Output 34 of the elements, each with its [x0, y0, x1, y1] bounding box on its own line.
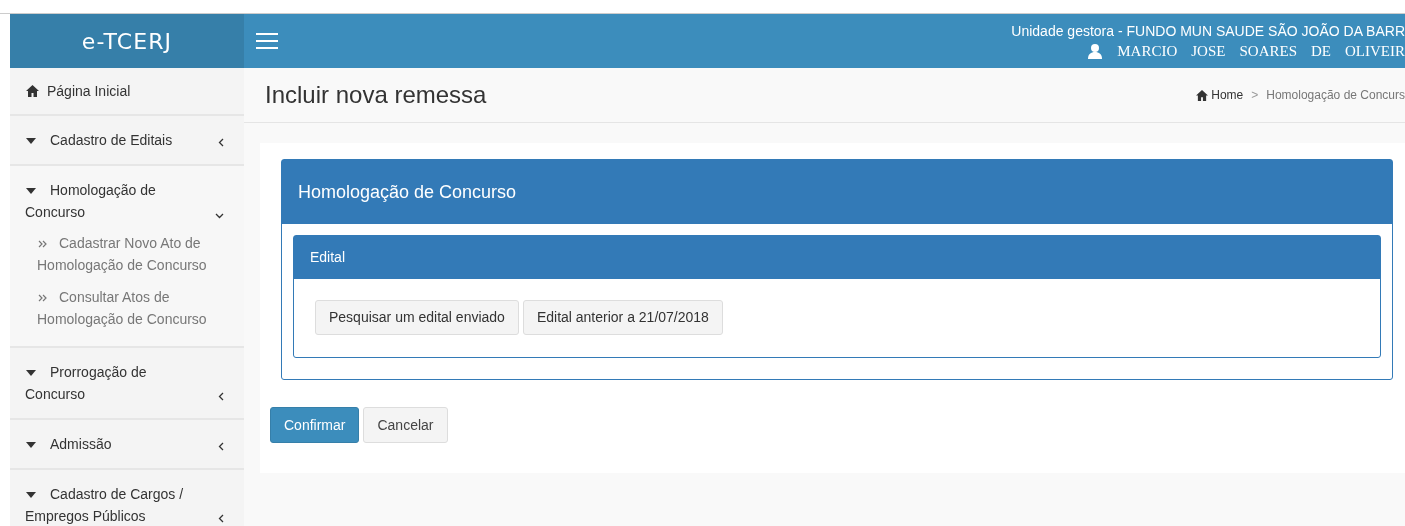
home-icon: [1196, 89, 1209, 101]
user-name: SOARES: [1239, 42, 1297, 61]
caret-icon: [26, 370, 36, 377]
panel-title: Homologação de Concurso: [282, 160, 1392, 224]
caret-icon: [26, 492, 36, 499]
subpanel-title: Edital: [294, 236, 1380, 279]
caret-icon: [26, 138, 36, 145]
sidebar-item[interactable]: Cadastro de Cargos / Empregos Públicos: [10, 470, 244, 526]
user-icon: [1087, 43, 1104, 59]
unit-label: Unidade gestora - FUNDO MUN SAUDE SÃO JOÃO DA BARR: [1011, 22, 1405, 41]
sidebar-item[interactable]: Admissão: [10, 420, 244, 468]
user-name: JOSE: [1191, 42, 1226, 61]
caret-icon: [26, 442, 36, 449]
confirm-button[interactable]: Confirmar: [270, 407, 360, 443]
breadcrumb-link-label[interactable]: Home: [1211, 86, 1244, 104]
user-name: OLIVEIR: [1345, 42, 1405, 61]
breadcrumb-separator: >: [1251, 87, 1259, 104]
user-name: MARCIO: [1117, 42, 1178, 61]
user-name: DE: [1311, 42, 1331, 61]
breadcrumb-current: Homologação de Concurs: [1266, 87, 1405, 104]
double-chevron-icon: [38, 294, 47, 302]
double-chevron-icon: [38, 240, 47, 248]
submenu-item[interactable]: Consultar Atos de Homologação de Concurso: [10, 286, 244, 340]
breadcrumb-link[interactable]: Home: [1196, 86, 1244, 104]
sidebar-item[interactable]: Prorrogação de Concurso: [10, 348, 244, 418]
cancel-button[interactable]: Cancelar: [363, 407, 448, 443]
edital-button[interactable]: Edital anterior a 21/07/2018: [522, 300, 723, 335]
page-title: Incluir nova remessa: [265, 80, 487, 110]
edital-button[interactable]: Pesquisar um edital enviado: [315, 300, 519, 335]
home-icon: [26, 85, 39, 97]
caret-icon: [26, 188, 36, 195]
sidebar-item[interactable]: Cadastro de Editais: [10, 116, 244, 164]
logo[interactable]: e-TCERJ: [10, 14, 244, 68]
menu-icon[interactable]: [256, 33, 278, 49]
